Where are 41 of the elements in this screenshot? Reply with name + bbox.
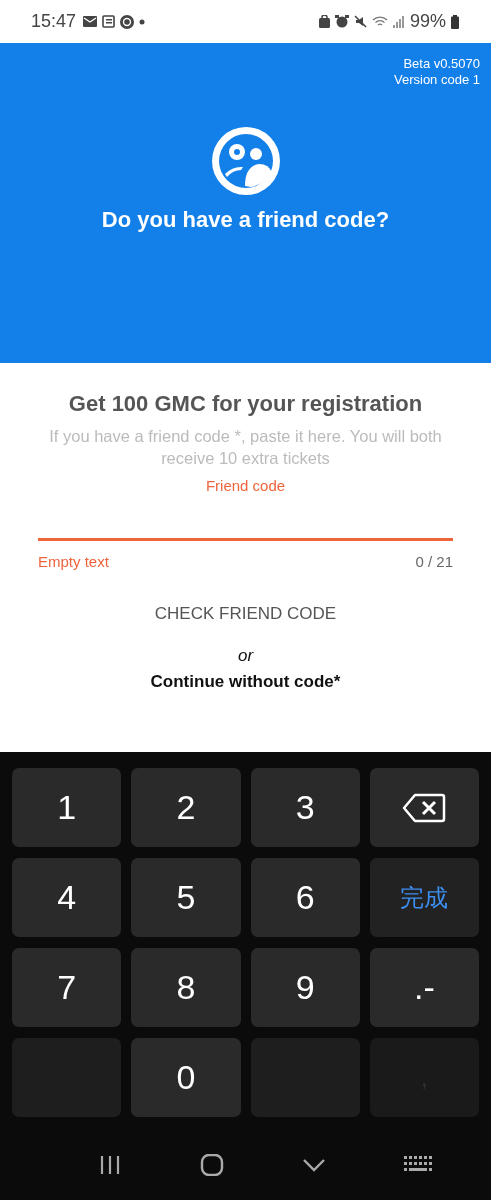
keyboard-key[interactable]: 8 — [131, 948, 241, 1027]
news-icon — [102, 15, 116, 28]
done-key[interactable]: 完成 — [369, 858, 479, 937]
description: If you have a friend code *, paste it here. You will both receive 10 extra tickets — [48, 426, 443, 469]
mail-icon — [83, 16, 98, 27]
keyboard-key[interactable]: 1 — [12, 768, 122, 847]
keyboard-key[interactable]: 5 — [131, 858, 241, 937]
dot-icon — [139, 18, 146, 25]
check-code-button[interactable]: CHECK FRIEND CODE — [144, 598, 347, 630]
recent-apps-icon[interactable] — [99, 1155, 122, 1175]
wifi-icon — [371, 15, 388, 28]
keyboard-key[interactable]: 2 — [131, 768, 241, 847]
friends-icon — [210, 126, 281, 196]
version-label: Beta v0.5070 — [403, 56, 480, 72]
battery-percent: 99% — [409, 11, 446, 32]
continue-link[interactable]: Continue without code* — [150, 672, 341, 692]
heading: Get 100 GMC for your registration — [68, 391, 423, 417]
version-code: Version code 1 — [394, 72, 480, 88]
error-text: Empty text — [38, 553, 109, 570]
app-icon — [120, 14, 135, 29]
keyboard-key[interactable]: 7 — [12, 948, 122, 1027]
home-icon[interactable] — [200, 1154, 225, 1176]
alarm-icon — [334, 15, 349, 28]
chevron-down-icon[interactable] — [302, 1158, 325, 1172]
backspace-icon — [402, 792, 447, 823]
character-counter: 0 / 21 — [415, 553, 453, 570]
keyboard-key[interactable]: 3 — [250, 768, 360, 847]
header-title: Do you have a friend code? — [101, 207, 390, 233]
backspace-key[interactable] — [369, 768, 479, 847]
keyboard-key[interactable]: 6 — [250, 858, 360, 937]
keyboard-key[interactable]: .- — [369, 948, 479, 1027]
keyboard-key[interactable]: 9 — [250, 948, 360, 1027]
mute-icon — [353, 15, 367, 28]
keyboard-key[interactable]: 4 — [12, 858, 122, 937]
keyboard-key[interactable]: 0 — [131, 1038, 241, 1117]
lock-icon — [318, 15, 330, 28]
battery-icon — [451, 14, 459, 29]
keyboard-icon[interactable] — [403, 1156, 432, 1174]
signal-icon — [392, 15, 405, 28]
status-time: 15:47 — [31, 11, 77, 32]
or-text: or — [237, 646, 254, 666]
